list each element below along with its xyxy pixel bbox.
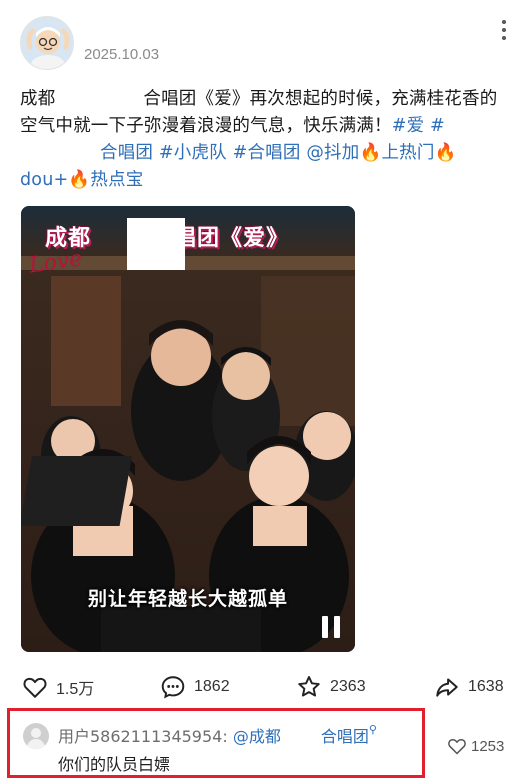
comment-like-count: 1253 [471,737,505,755]
like-button[interactable]: 1.5万 [22,672,94,702]
comment-count: 1862 [194,678,230,695]
redacted-cover [127,218,185,270]
like-count: 1.5万 [56,681,95,698]
comment-button[interactable]: 1862 [160,672,230,702]
heart-icon [23,677,47,698]
hashtag-choir[interactable]: 合唱团 [100,143,153,163]
hashtag-choir-2[interactable]: #合唱团 [233,143,301,163]
comment-header: 用户5862111345954: @成都 合唱团⚲ [58,723,377,747]
hashtag-tiger[interactable]: #小虎队 [159,143,227,163]
post-caption: 成都 合唱团《爱》再次想起的时候，充满桂花香的空气中就一下子弥漫着浪漫的气息，快乐… [20,86,498,194]
mention-doujia[interactable]: @抖加 [306,143,359,163]
action-bar: 1.5万 1862 2363 1638 [20,672,508,702]
tag-dou[interactable]: dou+ [20,170,68,190]
commenter-name[interactable]: 用户5862111345954: [58,727,228,746]
more-options-icon[interactable] [500,20,508,42]
hashtag-redacted[interactable]: # [430,116,445,136]
comment-text: 你们的队员白嫖 [58,755,171,774]
comment-icon [161,676,185,699]
favorite-button[interactable]: 2363 [296,672,366,702]
share-count: 1638 [468,678,504,695]
share-button[interactable]: 1638 [434,672,504,702]
fire-icon: 🔥 [359,143,382,163]
redacted-block-2 [20,144,100,162]
star-icon [298,676,320,697]
commenter-avatar[interactable] [23,723,49,749]
heart-icon [448,738,466,755]
fire-icon-3: 🔥 [68,170,91,190]
video-subtitle: 别让年轻越长大越孤单 [87,588,288,610]
search-icon[interactable]: ⚲ [369,723,377,736]
redacted-block [55,90,144,108]
tag-hot[interactable]: 上热门 [381,143,434,163]
video-title-banner: 成都 合唱团《爱》 [45,218,289,270]
video-player[interactable]: 成都 合唱团《爱》 Love 别让年轻越长大越孤单 [21,206,355,652]
comment-mention-left[interactable]: @成都 [233,727,281,746]
favorite-count: 2363 [330,678,366,695]
author-avatar[interactable] [20,16,74,70]
tag-hotspot[interactable]: 热点宝 [90,170,143,190]
post-header: 2025.10.03 [20,16,510,72]
caption-text-start: 成都 [20,89,56,109]
hashtag-ai[interactable]: #爱 [392,116,425,136]
pause-icon[interactable] [321,616,341,638]
comment-like-button[interactable]: 1253 [447,736,504,756]
comment-mention-right[interactable]: 合唱团 [321,727,369,746]
post-date: 2025.10.03 [84,46,160,63]
highlighted-comment[interactable]: 用户5862111345954: @成都 合唱团⚲ 你们的队员白嫖 [7,708,425,778]
share-arrow-icon [436,678,458,697]
fire-icon-2: 🔥 [434,143,457,163]
